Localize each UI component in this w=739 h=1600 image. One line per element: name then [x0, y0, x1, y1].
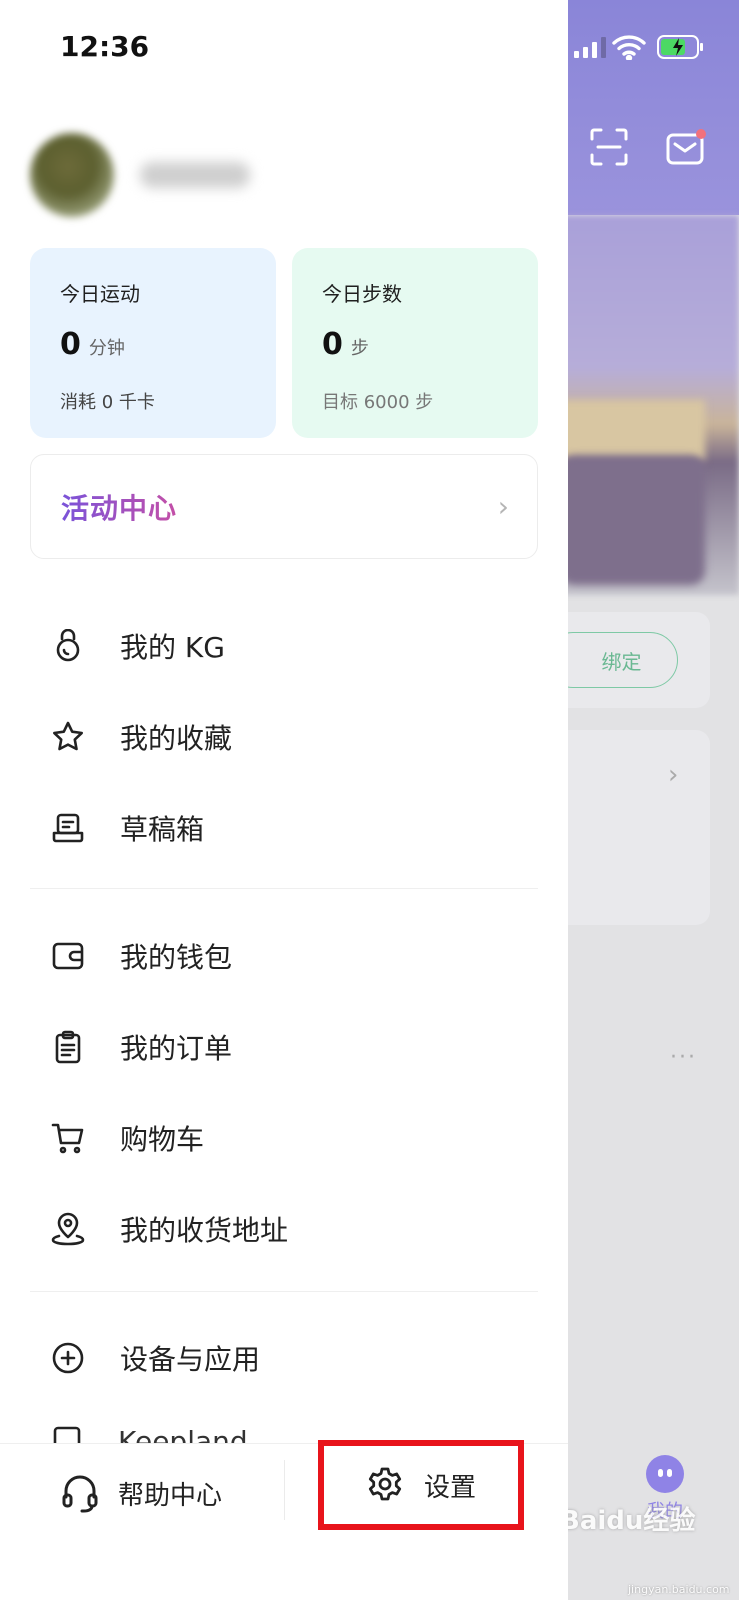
plus-circle-icon	[50, 1340, 86, 1376]
menu-divider	[30, 1291, 538, 1292]
chevron-right-icon: ›	[668, 760, 679, 790]
stat-unit: 步	[350, 338, 369, 359]
kettlebell-icon	[50, 628, 86, 664]
menu-item-favorites[interactable]: 我的收藏	[0, 691, 568, 782]
today-exercise-card[interactable]: 今日运动 0 分钟 消耗 0 千卡	[30, 248, 276, 438]
profile-header[interactable]	[30, 130, 250, 220]
drafts-icon	[50, 810, 86, 846]
menu-item-label: 我的收货地址	[120, 1213, 289, 1247]
star-icon	[50, 719, 86, 755]
mine-tab-icon	[646, 1455, 684, 1493]
activity-center-title: 活动中心	[61, 487, 177, 527]
location-pin-icon	[50, 1211, 86, 1247]
menu-item-orders[interactable]: 我的订单	[0, 1001, 568, 1092]
background-banner-card	[560, 455, 705, 585]
menu-item-cart[interactable]: 购物车	[0, 1092, 568, 1183]
keepland-icon	[53, 1426, 81, 1443]
menu-group-personal: 我的 KG 我的收藏 草稿箱	[0, 600, 568, 873]
battery-charging-icon	[657, 35, 703, 59]
menu-item-address[interactable]: 我的收货地址	[0, 1183, 568, 1274]
wallet-icon	[50, 938, 86, 974]
more-dots-icon[interactable]: ···	[670, 1045, 697, 1070]
stat-title: 今日步数	[322, 282, 402, 306]
menu-group-devices: 设备与应用	[0, 1312, 568, 1403]
watermark-logo: Baidu经验	[560, 1506, 696, 1536]
menu-item-drafts[interactable]: 草稿箱	[0, 782, 568, 873]
background-banner-strip	[560, 400, 705, 460]
menu-item-label: 设备与应用	[120, 1342, 261, 1376]
headset-icon	[62, 1475, 98, 1513]
gear-icon	[368, 1467, 402, 1501]
stat-subtitle: 消耗 0 千卡	[60, 392, 155, 413]
activity-center-card[interactable]: 活动中心 ›	[30, 454, 538, 559]
menu-group-shopping: 我的钱包 我的订单 购物车 我的收货地址	[0, 910, 568, 1274]
menu-item-keepland-partial[interactable]: Keepland	[50, 1425, 248, 1443]
wifi-icon	[612, 35, 646, 60]
cart-icon	[50, 1120, 86, 1156]
menu-item-label: 购物车	[120, 1122, 205, 1156]
stat-value: 0	[60, 327, 81, 362]
side-drawer: 今日运动 0 分钟 消耗 0 千卡 今日步数 0 步 目标 6000 步 活动中…	[0, 0, 568, 1600]
stat-unit: 分钟	[88, 338, 125, 359]
menu-item-label: Keepland	[118, 1425, 248, 1443]
today-steps-card[interactable]: 今日步数 0 步 目标 6000 步	[292, 248, 538, 438]
avatar[interactable]	[30, 133, 114, 217]
status-time: 12:36	[60, 30, 150, 63]
stat-subtitle: 目标 6000 步	[322, 392, 434, 413]
menu-item-devices-apps[interactable]: 设备与应用	[0, 1312, 568, 1403]
username-blurred	[140, 162, 250, 188]
watermark-url: jingyan.baidu.com	[628, 1583, 730, 1596]
menu-divider	[30, 888, 538, 889]
order-clipboard-icon	[50, 1029, 86, 1065]
stat-title: 今日运动	[60, 282, 140, 306]
mail-icon[interactable]	[666, 128, 706, 168]
menu-item-label: 我的订单	[120, 1031, 233, 1065]
settings-label: 设置	[423, 1472, 476, 1503]
menu-item-label: 我的收藏	[120, 721, 233, 755]
menu-item-my-kg[interactable]: 我的 KG	[0, 600, 568, 691]
menu-item-label: 我的钱包	[120, 940, 233, 974]
cellular-signal-icon	[574, 37, 606, 58]
menu-item-wallet[interactable]: 我的钱包	[0, 910, 568, 1001]
chevron-right-icon: ›	[497, 490, 509, 523]
menu-item-label: 我的 KG	[120, 630, 225, 664]
scan-icon[interactable]	[590, 128, 628, 166]
stat-value: 0	[322, 327, 343, 362]
help-center-button[interactable]: 帮助中心	[60, 1465, 222, 1521]
settings-button[interactable]: 设置	[318, 1440, 524, 1530]
menu-item-label: 草稿箱	[120, 812, 205, 846]
help-center-label: 帮助中心	[118, 1480, 223, 1511]
bottom-bar-divider	[284, 1460, 285, 1520]
